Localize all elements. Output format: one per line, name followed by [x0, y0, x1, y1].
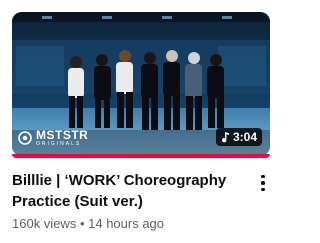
video-title[interactable]: Billlie | ‘WORK’ Choreography Practice (… [12, 170, 242, 212]
upload-time: 14 hours ago [88, 216, 165, 231]
duration-badge: 3:04 [215, 128, 262, 146]
watch-progress-bar [12, 154, 270, 158]
channel-logo: MSTSTR ORIGINALS [18, 127, 88, 149]
video-card[interactable]: MSTSTR ORIGINALS 3:04 Billlie | ‘WORK’ C… [0, 0, 282, 243]
music-note-icon [221, 131, 229, 142]
channel-logo-mark-icon [18, 131, 32, 145]
video-metadata: 160k views • 14 hours ago [12, 216, 164, 232]
more-vertical-icon-dot [261, 181, 265, 185]
channel-logo-subtext: ORIGINALS [36, 141, 82, 147]
view-count: 160k views [12, 216, 77, 231]
more-actions-button[interactable] [256, 172, 270, 194]
watch-progress-fill [12, 154, 270, 158]
more-vertical-icon-dot [261, 187, 265, 192]
channel-logo-text: MSTSTR [36, 128, 89, 142]
duration-text: 3:04 [232, 130, 257, 144]
more-vertical-icon [261, 174, 265, 179]
meta-separator: • [79, 216, 85, 231]
